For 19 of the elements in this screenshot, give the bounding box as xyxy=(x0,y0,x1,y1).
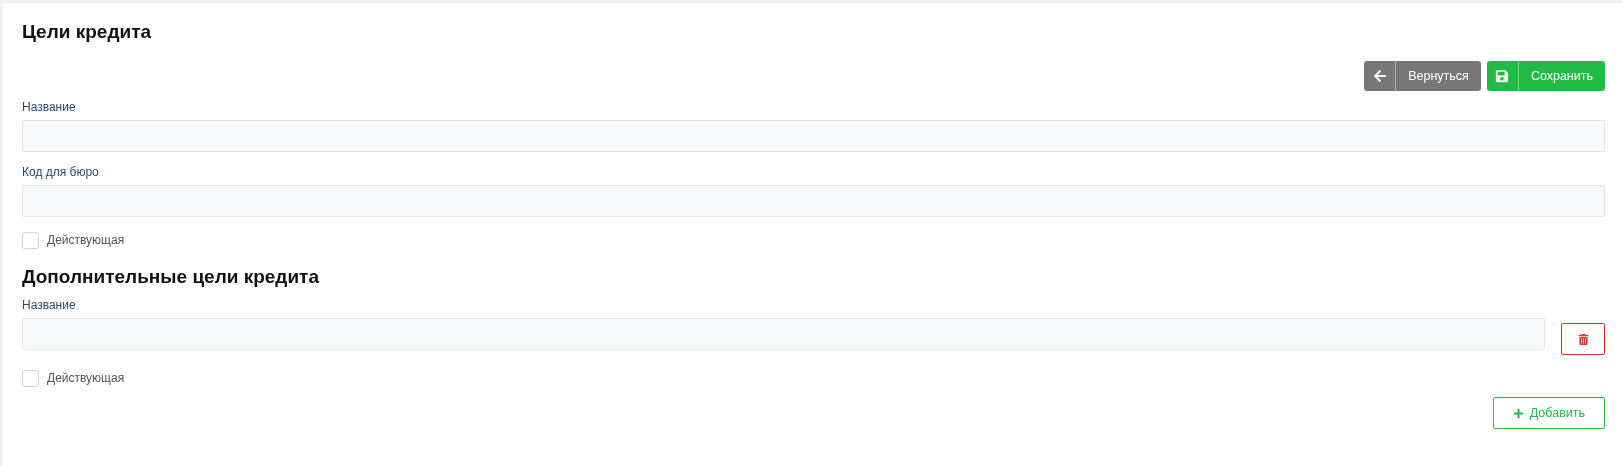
delete-button[interactable] xyxy=(1561,323,1605,355)
field-label: Код для бюро xyxy=(22,164,100,180)
text-input[interactable] xyxy=(22,318,1545,350)
section-title: Дополнительные цели кредита xyxy=(22,265,320,289)
field-label: Название xyxy=(22,297,77,313)
trash-icon xyxy=(1577,333,1589,345)
field-label: Название xyxy=(22,99,77,115)
add-button[interactable]: Добавить xyxy=(1492,397,1605,429)
checkbox[interactable] xyxy=(22,231,39,249)
arrow-left-icon xyxy=(1372,69,1387,83)
checkbox[interactable] xyxy=(22,369,39,387)
checkbox-label: Действующая xyxy=(47,370,125,387)
save-button[interactable]: Сохранить xyxy=(1486,61,1605,91)
back-button[interactable]: Вернуться xyxy=(1364,61,1481,91)
text-input[interactable] xyxy=(22,120,1605,152)
plus-icon xyxy=(1512,407,1524,419)
page-title: Цели кредита xyxy=(22,20,152,44)
text-input[interactable] xyxy=(22,185,1605,217)
checkbox-label: Действующая xyxy=(47,232,125,249)
